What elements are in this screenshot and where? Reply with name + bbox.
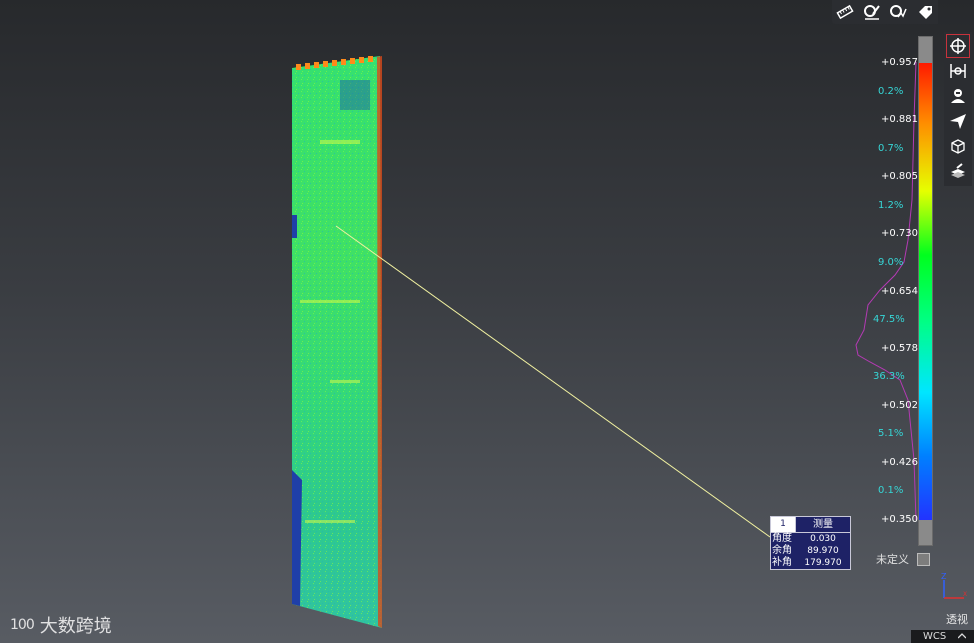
measurement-value: 179.970	[804, 558, 842, 568]
3d-viewport[interactable]: +0.957 +0.881 +0.805 +0.730 +0.654 +0.578 +0.5…	[0, 0, 974, 643]
measurement-key: 角度	[772, 533, 792, 544]
measurement-value: 89.970	[807, 546, 839, 556]
top-toolbar	[832, 0, 938, 24]
axis-x-label: X	[963, 591, 967, 598]
axis-gizmo: Z X	[941, 572, 967, 599]
scale-value-label: +0.957	[881, 57, 919, 68]
scale-value-label: +0.730	[881, 228, 919, 240]
watermark: 100 大数跨境	[10, 612, 112, 638]
measurement-row: 补角 179.970	[771, 557, 850, 569]
measurement-value: 0.030	[810, 534, 836, 544]
measurement-key: 余角	[772, 545, 792, 556]
scale-percentage-label: 36.3%	[873, 371, 905, 383]
right-toolbar	[944, 32, 972, 186]
chevron-up-icon	[957, 631, 967, 642]
scale-percentage-label: 5.1%	[878, 428, 904, 440]
coord-system-selector[interactable]: WCS	[911, 630, 974, 643]
measurement-row: 余角 89.970	[771, 545, 850, 557]
watermark-logo-icon: 100	[10, 617, 35, 633]
measure-angle-icon[interactable]	[861, 1, 883, 23]
scale-percentage-label: 0.2%	[878, 85, 904, 97]
scale-value-label: +0.350	[881, 514, 919, 525]
scale-percentage-label: 0.7%	[878, 142, 904, 154]
scale-percentage-label: 47.5%	[873, 314, 905, 326]
measurement-key: 补角	[772, 557, 792, 568]
cube-icon[interactable]	[946, 134, 970, 158]
undefined-label: 未定义	[876, 553, 909, 566]
scale-percentage-label: 9.0%	[878, 256, 904, 268]
fit-width-icon[interactable]	[946, 59, 970, 83]
ruler-icon[interactable]	[834, 1, 856, 23]
color-scale-bar[interactable]	[918, 36, 933, 546]
paper-plane-icon[interactable]	[946, 109, 970, 133]
scale-value-label: +0.502	[881, 399, 919, 411]
measurement-row: 角度 0.030	[771, 533, 850, 545]
undefined-checkbox[interactable]	[917, 552, 930, 566]
coord-system-label: WCS	[923, 631, 947, 642]
scale-value-label: +0.578	[881, 342, 919, 354]
measurement-title: 测量	[813, 519, 833, 530]
view-mode-label[interactable]: 透视	[946, 611, 968, 627]
scale-percentage-label: 1.2%	[878, 199, 904, 211]
scale-value-label: +0.426	[881, 456, 919, 468]
measure-distance-icon[interactable]	[887, 1, 909, 23]
undefined-row: 未定义	[876, 551, 930, 567]
person-view-icon[interactable]	[946, 84, 970, 108]
axis-z-label: Z	[941, 572, 947, 581]
scale-value-label: +0.881	[881, 114, 919, 126]
layers-icon[interactable]	[946, 159, 970, 183]
measurement-id: 1	[771, 517, 796, 532]
tag-icon[interactable]	[914, 1, 936, 23]
scale-value-label: +0.805	[881, 171, 919, 183]
measurement-box[interactable]: 1 测量 角度 0.030 余角 89.970 补角 179.970	[770, 516, 851, 570]
watermark-text: 大数跨境	[39, 616, 112, 637]
target-icon[interactable]	[946, 34, 970, 58]
scale-value-label: +0.654	[881, 285, 919, 297]
scale-percentage-label: 0.1%	[878, 485, 904, 497]
color-scale-gradient	[919, 63, 932, 520]
